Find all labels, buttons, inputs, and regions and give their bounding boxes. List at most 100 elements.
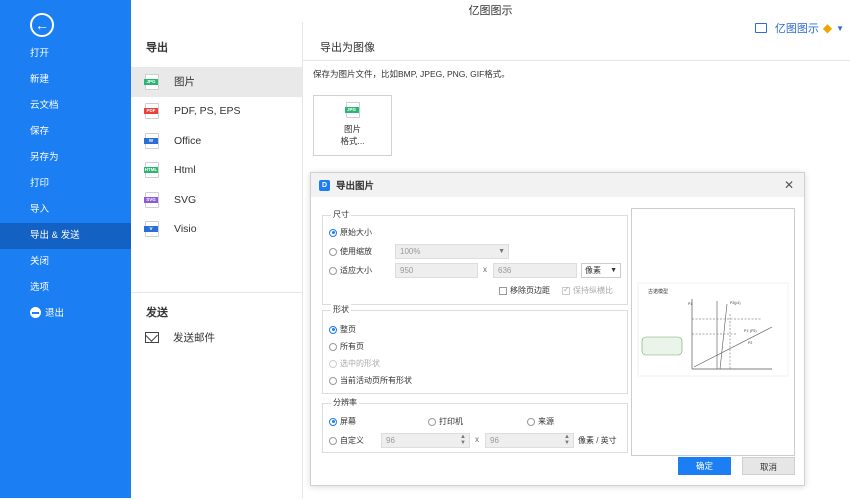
back-arrow-icon[interactable]: ← xyxy=(30,13,54,37)
sidebar-item[interactable]: 打印 xyxy=(0,171,131,197)
printer-label: 打印机 xyxy=(439,417,463,426)
sidebar-item-label: 选项 xyxy=(30,282,50,293)
radio-source[interactable] xyxy=(527,417,535,426)
sidebar-item[interactable]: 保存 xyxy=(0,119,131,145)
radio-printer[interactable] xyxy=(428,417,436,426)
height-input[interactable]: 636 xyxy=(493,263,577,278)
zoom-label: 使用缩放 xyxy=(340,247,372,256)
screen-option[interactable]: 屏幕 xyxy=(329,416,356,427)
zoom-option[interactable]: 使用缩放 xyxy=(329,246,372,257)
export-format-label: 图片 xyxy=(174,76,195,89)
shape-group-title: 形状 xyxy=(331,304,351,315)
original-size-option[interactable]: 原始大小 xyxy=(329,227,372,238)
radio-original-size[interactable] xyxy=(329,228,337,237)
source-label: 来源 xyxy=(538,417,554,426)
radio-zoom[interactable] xyxy=(329,247,337,256)
current-page-shapes-option[interactable]: 当前活动页所有形状 xyxy=(329,375,412,386)
sidebar-item[interactable]: 退出 xyxy=(0,301,131,327)
export-format-item[interactable]: W Office xyxy=(131,126,302,156)
sidebar-item-label: 打开 xyxy=(30,48,50,59)
ok-button[interactable]: 确定 xyxy=(678,457,731,475)
sidebar-item[interactable]: 关闭 xyxy=(0,249,131,275)
radio-custom[interactable] xyxy=(329,436,337,445)
radio-fit-size[interactable] xyxy=(329,266,337,275)
send-mail-label: 发送邮件 xyxy=(173,332,215,344)
shape-group: 形状 整页 所有页 选中的形状 当前活动页所有形状 xyxy=(322,304,628,394)
chevron-down-icon: ▼ xyxy=(610,267,617,274)
divider xyxy=(131,292,302,293)
preview-label-4: P2 xyxy=(748,341,752,345)
remove-margin-option[interactable]: 移除页边距 xyxy=(499,285,550,296)
sidebar-item[interactable]: 导入 xyxy=(0,197,131,223)
sidebar-item-label: 云文档 xyxy=(30,100,59,111)
sidebar-item-label: 导出 & 发送 xyxy=(30,230,80,241)
file-format-icon: W xyxy=(144,132,159,149)
unit-select[interactable]: 像素 ▼ xyxy=(581,263,621,278)
sidebar-item[interactable]: 选项 xyxy=(0,275,131,301)
radio-whole-page[interactable] xyxy=(329,325,337,334)
sidebar-item-label: 导入 xyxy=(30,204,50,215)
zoom-select[interactable]: 100% ▼ xyxy=(395,244,509,259)
height-value: 636 xyxy=(498,266,512,275)
radio-selected-shapes[interactable] xyxy=(329,359,337,368)
radio-screen[interactable] xyxy=(329,417,337,426)
screen-label: 屏幕 xyxy=(340,417,356,426)
export-format-item[interactable]: HTML Html xyxy=(131,156,302,186)
fit-size-option[interactable]: 适应大小 xyxy=(329,265,372,276)
all-pages-label: 所有页 xyxy=(340,342,364,351)
file-format-icon: V xyxy=(144,221,159,238)
sidebar-item-label: 保存 xyxy=(30,126,50,137)
original-size-label: 原始大小 xyxy=(340,228,372,237)
file-format-icon: JPG xyxy=(144,73,159,90)
file-format-icon: SVG xyxy=(144,191,159,208)
radio-current-page-shapes[interactable] xyxy=(329,376,337,385)
file-format-icon: HTML xyxy=(144,162,159,179)
preview-label-2: P2(p1) xyxy=(730,301,741,305)
sidebar-item[interactable]: 打开 xyxy=(0,41,131,67)
remove-margin-checkbox[interactable] xyxy=(499,286,507,295)
dialog-header: D 导出图片 xyxy=(311,173,804,197)
keep-ratio-label: 保持纵横比 xyxy=(573,286,613,295)
remove-margin-label: 移除页边距 xyxy=(510,286,550,295)
source-option[interactable]: 来源 xyxy=(527,416,554,427)
dpi-x-input[interactable]: 96 ▲ ▼ xyxy=(381,433,470,448)
printer-option[interactable]: 打印机 xyxy=(428,416,463,427)
close-icon[interactable]: ✕ xyxy=(784,178,794,192)
selected-shapes-option[interactable]: 选中的形状 xyxy=(329,358,380,369)
keep-ratio-checkbox[interactable] xyxy=(562,285,570,295)
export-format-item[interactable]: JPG 图片 xyxy=(131,67,302,97)
export-format-label: Html xyxy=(174,164,196,177)
sidebar-item[interactable]: 另存为 xyxy=(0,145,131,171)
sidebar-item-label: 新建 xyxy=(30,74,50,85)
export-format-item[interactable]: PDF PDF, PS, EPS xyxy=(131,97,302,127)
sidebar-item[interactable]: 导出 & 发送 xyxy=(0,223,131,249)
sidebar-item[interactable]: 新建 xyxy=(0,67,131,93)
dpi-y-input[interactable]: 96 ▲ ▼ xyxy=(485,433,574,448)
width-input[interactable]: 950 xyxy=(395,263,478,278)
all-pages-option[interactable]: 所有页 xyxy=(329,341,364,352)
times-sign: x xyxy=(483,265,487,274)
send-section-title: 发送 xyxy=(146,307,168,319)
custom-option[interactable]: 自定义 xyxy=(329,435,364,446)
whole-page-label: 整页 xyxy=(340,325,356,334)
export-format-item[interactable]: V Visio xyxy=(131,215,302,245)
preview-label-3: P1' (P2) xyxy=(744,329,757,333)
fit-size-label: 适应大小 xyxy=(340,266,372,275)
export-image-dialog: D 导出图片 ✕ 尺寸 原始大小 使用缩放 100% ▼ 适应大小 950 x … xyxy=(310,172,805,486)
export-format-label: Visio xyxy=(174,223,197,236)
spinner-icon[interactable]: ▲ ▼ xyxy=(564,434,570,446)
whole-page-option[interactable]: 整页 xyxy=(329,324,356,335)
dpi-unit: 像素 / 英寸 xyxy=(578,436,617,445)
cancel-button[interactable]: 取消 xyxy=(742,457,795,475)
keep-ratio-option[interactable]: 保持纵横比 xyxy=(562,285,613,296)
preview-title: 古诺模型 xyxy=(648,288,668,295)
radio-all-pages[interactable] xyxy=(329,342,337,351)
custom-label: 自定义 xyxy=(340,436,364,445)
dialog-title: 导出图片 xyxy=(336,181,375,192)
send-mail-item[interactable]: 发送邮件 xyxy=(145,330,215,345)
spinner-icon[interactable]: ▲ ▼ xyxy=(460,434,466,446)
export-format-item[interactable]: SVG SVG xyxy=(131,185,302,215)
sidebar-item[interactable]: 云文档 xyxy=(0,93,131,119)
image-format-tile[interactable]: JPG 图片 格式... xyxy=(313,95,392,156)
times-sign: x xyxy=(475,435,479,444)
